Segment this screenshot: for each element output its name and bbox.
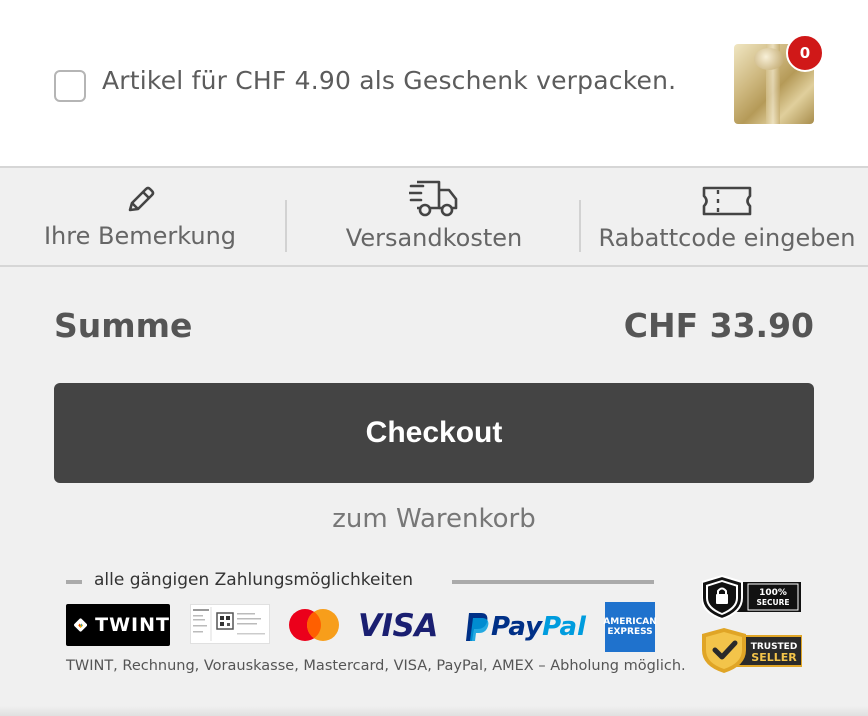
bottom-edge	[0, 706, 868, 716]
remark-label: Ihre Bemerkung	[43, 222, 237, 250]
trusted-line-2: SELLER	[751, 651, 797, 664]
twint-text: TWINT	[95, 614, 170, 636]
amex-line-2: EXPRESS	[607, 627, 653, 637]
back-to-cart-link[interactable]: zum Warenkorb	[0, 504, 868, 534]
mastercard-logo	[286, 604, 342, 646]
coupon-code-button[interactable]: Rabattcode eingeben	[592, 168, 862, 267]
checkout-button[interactable]: Checkout	[54, 383, 814, 483]
remark-button[interactable]: Ihre Bemerkung	[20, 168, 260, 267]
gift-wrap-section: Artikel für CHF 4.90 als Geschenk verpac…	[0, 0, 868, 166]
twint-logo: TWINT	[66, 604, 170, 646]
total-label: Summe	[54, 306, 193, 345]
heading-dash	[66, 580, 82, 584]
cart-count-badge[interactable]: 0	[786, 34, 824, 72]
paypal-text-pal: Pal	[542, 612, 586, 642]
paypal-logo: Pay Pal	[463, 606, 586, 648]
cart-summary-panel: Ihre Bemerkung Versandkosten Rabattcode …	[0, 166, 868, 716]
coupon-code-label: Rabattcode eingeben	[598, 224, 856, 252]
payment-methods-note: TWINT, Rechnung, Vorauskasse, Mastercard…	[66, 658, 686, 674]
invoice-logo	[190, 604, 270, 644]
gift-wrap-checkbox[interactable]	[54, 70, 86, 102]
visa-logo: VISA	[358, 608, 438, 644]
gift-bow	[754, 48, 784, 70]
shipping-costs-label: Versandkosten	[345, 224, 523, 252]
ticket-icon	[701, 168, 753, 218]
amex-line-1: AMERICAN	[603, 617, 657, 627]
trusted-seller-badge: TRUSTED SELLER	[702, 626, 803, 674]
shipping-costs-button[interactable]: Versandkosten	[306, 168, 562, 267]
secure-line-2: SECURE	[756, 598, 789, 607]
paypal-icon	[466, 613, 489, 641]
pencil-icon	[122, 168, 158, 218]
twint-icon	[74, 618, 88, 632]
paypal-text-pay: Pay	[491, 612, 543, 642]
payment-methods-heading: alle gängigen Zahlungsmöglichkeiten	[66, 568, 656, 596]
amex-logo: AMERICAN EXPRESS	[603, 602, 657, 652]
secure-badge: 100% SECURE	[701, 574, 802, 621]
gift-wrap-label[interactable]: Artikel für CHF 4.90 als Geschenk verpac…	[102, 66, 676, 95]
cart-tools-bar: Ihre Bemerkung Versandkosten Rabattcode …	[0, 168, 868, 267]
total-value: CHF 33.90	[623, 306, 814, 345]
tool-divider	[579, 200, 581, 252]
tool-divider	[285, 200, 287, 252]
delivery-truck-icon	[409, 168, 459, 218]
payment-methods-heading-text: alle gängigen Zahlungsmöglichkeiten	[94, 570, 414, 590]
heading-line	[452, 580, 654, 584]
secure-line-1: 100%	[759, 588, 787, 598]
